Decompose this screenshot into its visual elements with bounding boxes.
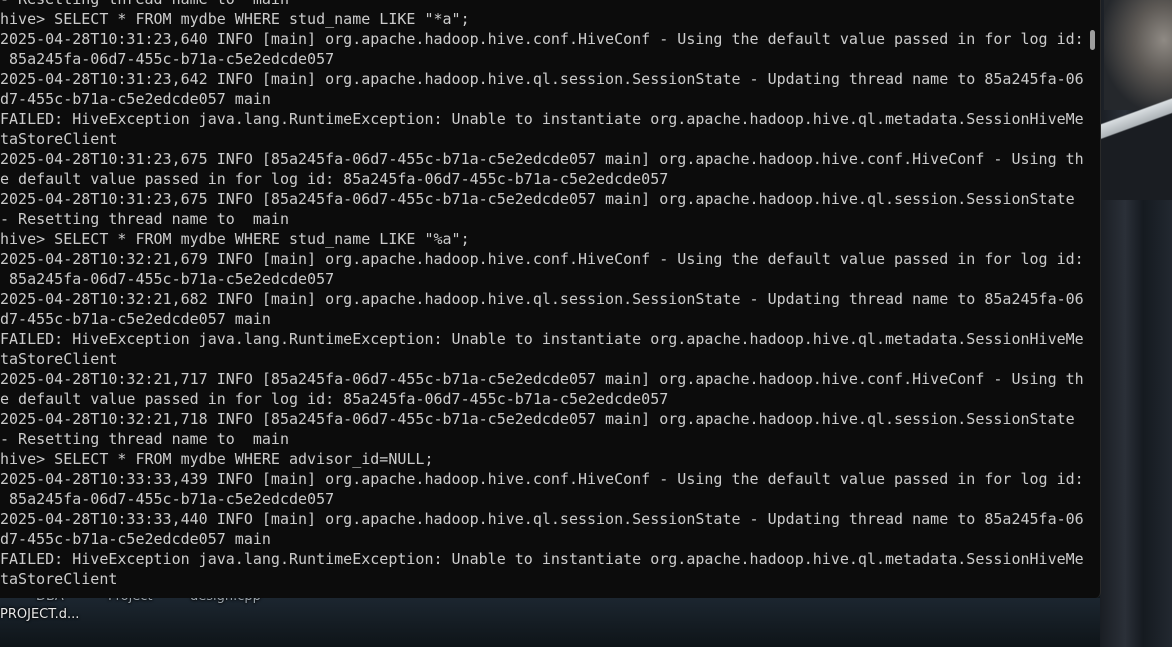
terminal-line: e default value passed in for log id: 85… — [0, 170, 669, 188]
terminal-line: taStoreClient — [0, 350, 118, 368]
terminal-line: hive> SELECT * FROM mydbe WHERE stud_nam… — [0, 230, 470, 248]
wallpaper-ground — [0, 598, 1172, 647]
terminal-line: FAILED: HiveException java.lang.RuntimeE… — [0, 550, 1084, 568]
terminal-line: 2025-04-28T10:32:21,679 INFO [main] org.… — [0, 250, 1084, 268]
terminal-line: 2025-04-28T10:31:23,675 INFO [85a245fa-0… — [0, 150, 1084, 168]
terminal-line: 2025-04-28T10:32:21,682 INFO [main] org.… — [0, 290, 1084, 308]
terminal-line: 2025-04-28T10:32:21,717 INFO [85a245fa-0… — [0, 370, 1084, 388]
wallpaper-figure-collar — [1100, 80, 1172, 200]
terminal-line: 2025-04-28T10:31:23,640 INFO [main] org.… — [0, 30, 1084, 48]
terminal-line: 2025-04-28T10:32:21,718 INFO [85a245fa-0… — [0, 410, 1075, 428]
terminal-line: hive> SELECT * FROM mydbe WHERE advisor_… — [0, 450, 434, 468]
terminal-line: - Resetting thread name to main — [0, 210, 289, 228]
terminal-output[interactable]: - Resetting thread name to mainhive> SEL… — [0, 0, 1085, 589]
terminal-line: - Resetting thread name to main — [0, 430, 289, 448]
terminal-line: e default value passed in for log id: 85… — [0, 390, 669, 408]
terminal-line: 85a245fa-06d7-455c-b71a-c5e2edcde057 — [0, 490, 335, 508]
terminal-line: 85a245fa-06d7-455c-b71a-c5e2edcde057 — [0, 50, 335, 68]
terminal-line: taStoreClient — [0, 130, 118, 148]
terminal-line: 2025-04-28T10:31:23,675 INFO [85a245fa-0… — [0, 190, 1075, 208]
terminal-line: 2025-04-28T10:33:33,440 INFO [main] org.… — [0, 510, 1084, 528]
terminal-line: d7-455c-b71a-c5e2edcde057 main — [0, 530, 271, 548]
terminal-line: 85a245fa-06d7-455c-b71a-c5e2edcde057 — [0, 270, 335, 288]
scrollbar-thumb[interactable] — [1090, 30, 1095, 50]
terminal-line: 2025-04-28T10:33:33,439 INFO [main] org.… — [0, 470, 1084, 488]
terminal-line: FAILED: HiveException java.lang.RuntimeE… — [0, 110, 1084, 128]
terminal-window[interactable]: - Resetting thread name to mainhive> SEL… — [0, 0, 1101, 598]
desktop-icon-project-doc[interactable]: PROJECT.d... — [0, 607, 79, 622]
terminal-line: FAILED: HiveException java.lang.RuntimeE… — [0, 330, 1084, 348]
terminal-scrollbar[interactable] — [1087, 0, 1100, 598]
terminal-line: d7-455c-b71a-c5e2edcde057 main — [0, 90, 271, 108]
terminal-line: hive> SELECT * FROM mydbe WHERE stud_nam… — [0, 10, 470, 28]
terminal-line: taStoreClient — [0, 570, 118, 588]
terminal-line: 2025-04-28T10:31:23,642 INFO [main] org.… — [0, 70, 1084, 88]
terminal-line: - Resetting thread name to main — [0, 0, 1085, 9]
terminal-line: d7-455c-b71a-c5e2edcde057 main — [0, 310, 271, 328]
